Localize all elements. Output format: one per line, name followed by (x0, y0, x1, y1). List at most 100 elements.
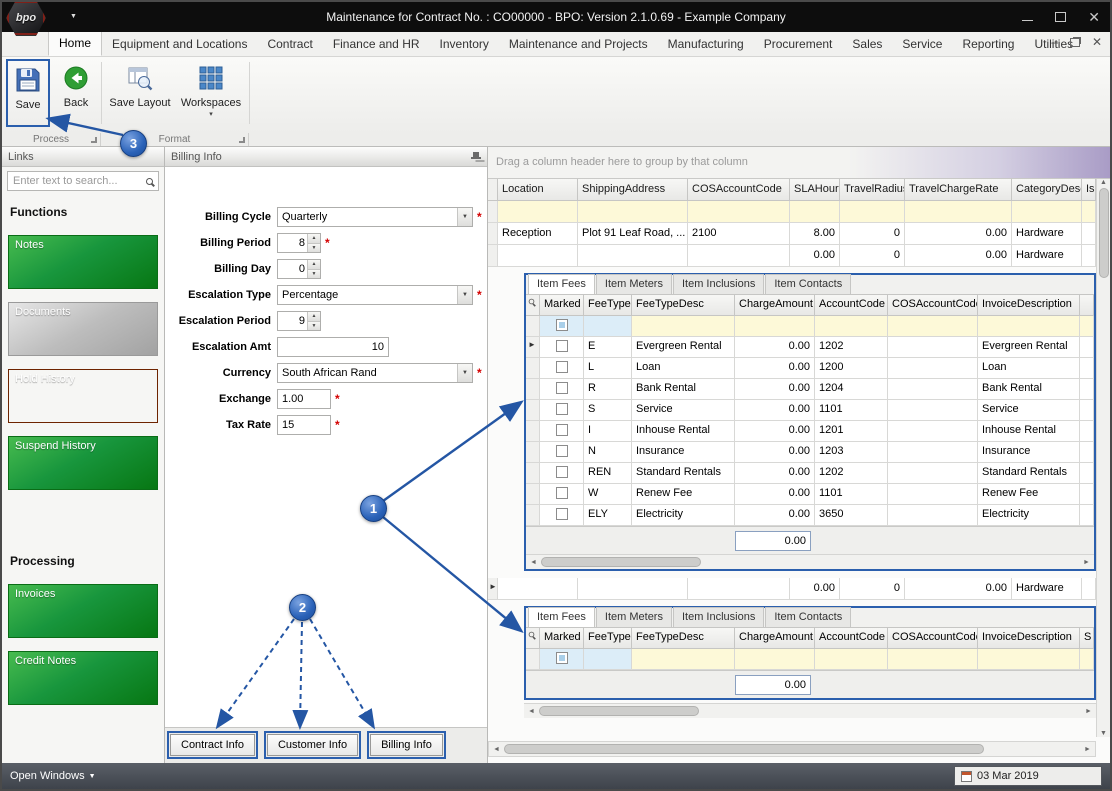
tab-item-inclusions[interactable]: Item Inclusions (672, 607, 765, 627)
scroll-right-icon[interactable]: ► (1081, 708, 1096, 715)
filter-cell[interactable] (1012, 201, 1082, 223)
mdi-close-icon[interactable]: ✕ (1092, 36, 1102, 48)
tab-item-fees[interactable]: Item Fees (528, 274, 595, 294)
filter-cell[interactable] (632, 649, 735, 670)
credit-notes-button[interactable]: Credit Notes (8, 651, 158, 705)
column-header-cos-account-code[interactable]: COSAccountCode (888, 295, 978, 316)
tab-item-fees[interactable]: Item Fees (528, 607, 595, 627)
filter-cell[interactable] (888, 649, 978, 670)
marked-checkbox[interactable] (555, 487, 568, 500)
close-button[interactable]: ✕ (1088, 10, 1100, 24)
filter-cell[interactable] (735, 649, 815, 670)
filter-cell[interactable] (888, 316, 978, 337)
tab-reporting[interactable]: Reporting (952, 33, 1024, 56)
column-header-charge-amount[interactable]: ChargeAmount (735, 295, 815, 316)
tab-contract[interactable]: Contract (257, 33, 322, 56)
workspaces-dropdown-icon[interactable]: ▾ (209, 110, 213, 118)
dialog-launcher-icon[interactable] (91, 137, 97, 143)
column-header-fee-type-desc[interactable]: FeeTypeDesc (632, 628, 735, 649)
save-layout-button[interactable]: Save Layout (108, 60, 172, 109)
tab-item-contacts[interactable]: Item Contacts (765, 607, 852, 627)
fee-row[interactable]: ► E Evergreen Rental 0.00 1202 Evergreen… (526, 337, 1094, 358)
marked-checkbox[interactable] (555, 403, 568, 416)
suspend-history-button[interactable]: Suspend History (8, 436, 158, 490)
escalation-period-stepper[interactable]: 9 ▲ ▼ (277, 311, 321, 331)
scroll-up-icon[interactable]: ▲ (1096, 179, 1110, 186)
tab-procurement[interactable]: Procurement (754, 33, 843, 56)
mdi-restore-icon[interactable] (1069, 37, 1080, 47)
column-header-ise[interactable]: IsE (1082, 179, 1096, 201)
fee-row[interactable]: I Inhouse Rental 0.00 1201 Inhouse Renta… (526, 421, 1094, 442)
back-button[interactable]: Back (56, 60, 96, 109)
column-header-cos-account-code[interactable]: COSAccountCode (688, 179, 790, 201)
scrollbar-thumb[interactable] (539, 706, 699, 716)
detail-horizontal-scrollbar[interactable]: ◄ ► (526, 554, 1094, 569)
tab-sales[interactable]: Sales (842, 33, 892, 56)
marked-checkbox[interactable] (555, 382, 568, 395)
column-header-fee-type-desc[interactable]: FeeTypeDesc (632, 295, 735, 316)
search-icon[interactable] (146, 177, 153, 185)
fee-row[interactable]: N Insurance 0.00 1203 Insurance (526, 442, 1094, 463)
tab-home[interactable]: Home (48, 31, 103, 56)
grid-vertical-scrollbar[interactable]: ▲ ▼ (1096, 179, 1110, 737)
date-field[interactable]: 03 Mar 2019 (954, 766, 1102, 786)
filter-cell[interactable] (840, 201, 905, 223)
billing-day-stepper[interactable]: 0 ▲ ▼ (277, 259, 321, 279)
column-header-sla-hours[interactable]: SLAHours (790, 179, 840, 201)
column-header-cos-account-code[interactable]: COSAccountCode (888, 628, 978, 649)
filter-cell[interactable] (632, 316, 735, 337)
hold-history-button[interactable]: Hold History (8, 369, 158, 423)
table-row[interactable]: ► 0.00 0 0.00 Hardware (488, 578, 1096, 600)
escalation-amt-field[interactable]: 10 (277, 337, 389, 357)
detail-horizontal-scrollbar[interactable]: ◄ ► (524, 703, 1096, 718)
filter-cell[interactable] (1082, 201, 1096, 223)
filter-cell-marked[interactable] (540, 316, 584, 337)
column-header-account-code[interactable]: AccountCode (815, 295, 888, 316)
scroll-left-icon[interactable]: ◄ (524, 708, 539, 715)
search-box[interactable] (7, 171, 159, 191)
filter-cell[interactable] (688, 201, 790, 223)
minimize-button[interactable] (1022, 14, 1034, 21)
marked-checkbox[interactable] (555, 340, 568, 353)
fee-row[interactable]: S Service 0.00 1101 Service (526, 400, 1094, 421)
chevron-down-icon[interactable]: ▼ (457, 286, 472, 304)
tab-finance-and-hr[interactable]: Finance and HR (323, 33, 430, 56)
maximize-button[interactable] (1055, 12, 1067, 22)
column-header-invoice-description[interactable]: InvoiceDescription (978, 628, 1080, 649)
spin-down-icon[interactable]: ▼ (308, 321, 320, 330)
filter-cell[interactable] (584, 649, 632, 670)
filter-cell-marked[interactable] (540, 649, 584, 670)
column-header-category-desc[interactable]: CategoryDesc (1012, 179, 1082, 201)
filter-cell[interactable] (815, 316, 888, 337)
spin-down-icon[interactable]: ▼ (308, 269, 320, 278)
marked-filter-checkbox[interactable] (555, 319, 568, 332)
column-header-invoice-description[interactable]: InvoiceDescription (978, 295, 1080, 316)
marked-checkbox[interactable] (555, 466, 568, 479)
tab-contract-info[interactable]: Contract Info (170, 734, 255, 756)
tab-item-contacts[interactable]: Item Contacts (765, 274, 852, 294)
tab-billing-info[interactable]: Billing Info (370, 734, 443, 756)
column-header-fee-type[interactable]: FeeType (584, 628, 632, 649)
fee-row[interactable]: L Loan 0.00 1200 Loan (526, 358, 1094, 379)
fee-row[interactable]: REN Standard Rentals 0.00 1202 Standard … (526, 463, 1094, 484)
column-header-fee-type[interactable]: FeeType (584, 295, 632, 316)
fee-row[interactable]: R Bank Rental 0.00 1204 Bank Rental (526, 379, 1094, 400)
column-header-shipping-address[interactable]: ShippingAddress (578, 179, 688, 201)
table-row[interactable]: 0.00 0 0.00 Hardware (488, 245, 1096, 267)
scroll-down-icon[interactable]: ▼ (1096, 730, 1110, 737)
column-header-travel-radius[interactable]: TravelRadius (840, 179, 905, 201)
scroll-left-icon[interactable]: ◄ (526, 559, 541, 566)
scroll-left-icon[interactable]: ◄ (489, 746, 504, 753)
pin-icon[interactable] (471, 151, 481, 163)
marked-checkbox[interactable] (555, 361, 568, 374)
grid-horizontal-scrollbar[interactable]: ◄ ► (488, 741, 1096, 757)
spin-up-icon[interactable]: ▲ (308, 312, 320, 322)
column-header-charge-amount[interactable]: ChargeAmount (735, 628, 815, 649)
fee-row[interactable]: W Renew Fee 0.00 1101 Renew Fee (526, 484, 1094, 505)
invoices-button[interactable]: Invoices (8, 584, 158, 638)
marked-checkbox[interactable] (555, 424, 568, 437)
currency-select[interactable]: South African Rand ▼ (277, 363, 473, 383)
spin-up-icon[interactable]: ▲ (308, 234, 320, 244)
tab-inventory[interactable]: Inventory (430, 33, 499, 56)
filter-cell[interactable] (815, 649, 888, 670)
